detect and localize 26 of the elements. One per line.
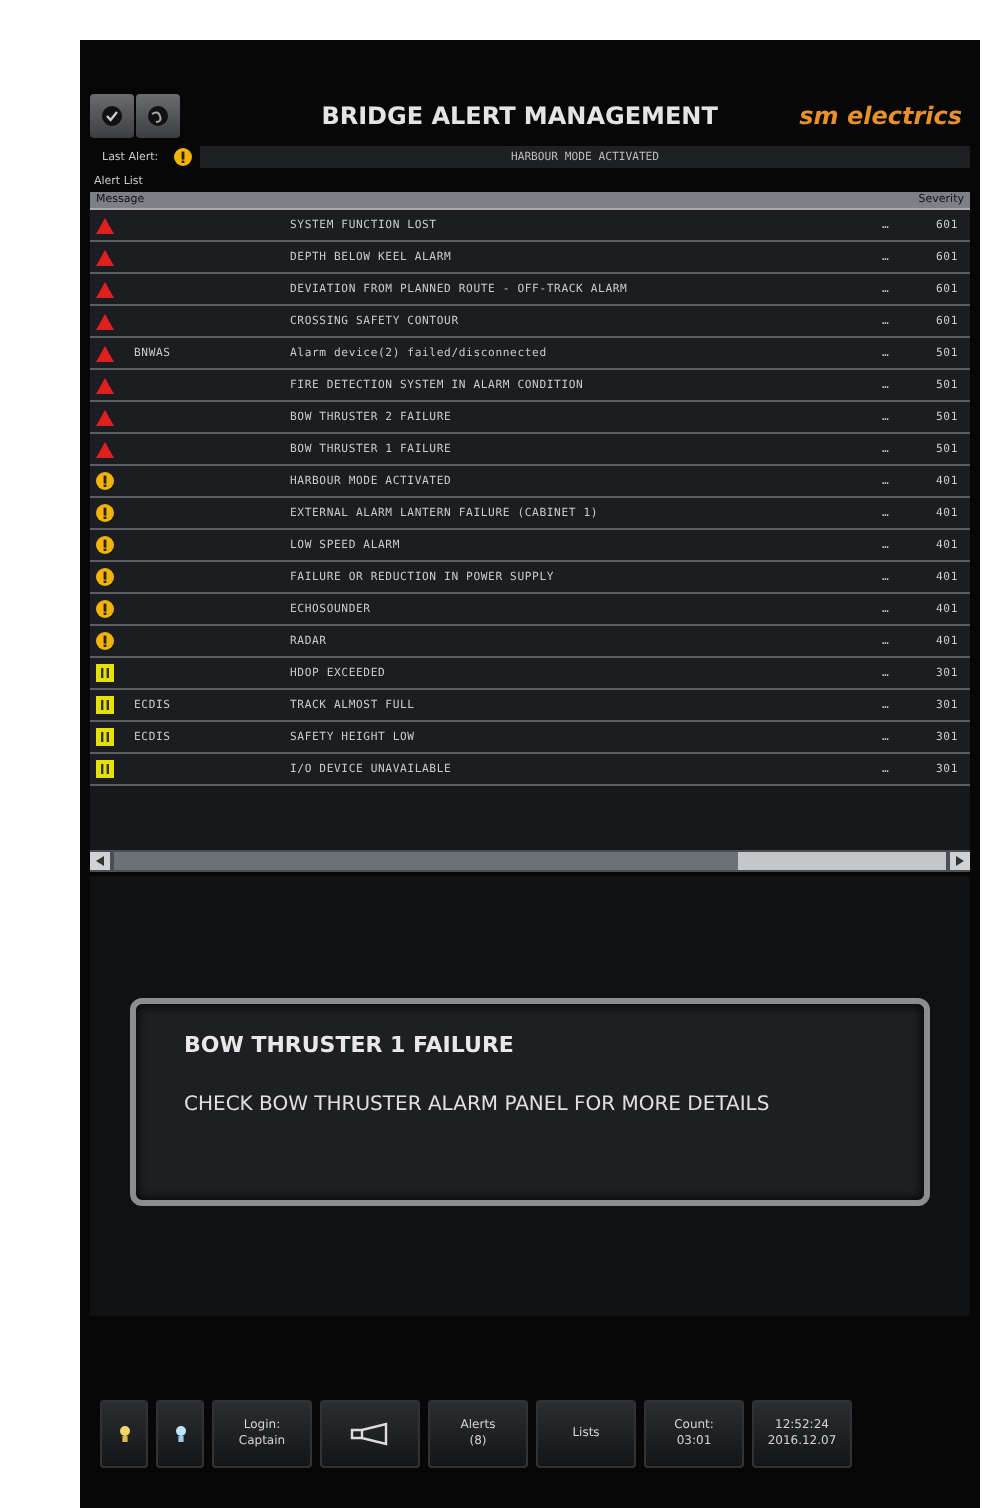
horn-icon <box>350 1422 390 1446</box>
check-icon <box>102 106 122 126</box>
brand-logo: sm electrics <box>799 102 964 130</box>
right-arrow-icon <box>956 856 964 866</box>
day-mode-button[interactable] <box>100 1400 148 1468</box>
caution-square-icon <box>96 664 114 682</box>
check-button[interactable] <box>90 94 134 138</box>
warning-circle-icon <box>96 632 114 650</box>
warning-circle-icon <box>96 600 114 618</box>
left-arrow-icon <box>96 856 104 866</box>
horizontal-scrollbar[interactable] <box>90 850 970 872</box>
warning-circle-icon <box>96 472 114 490</box>
lamp-icon <box>119 1426 129 1442</box>
detail-title: BOW THRUSTER 1 FAILURE <box>184 1032 516 1058</box>
warning-circle-icon <box>96 504 114 522</box>
detail-text: CHECK BOW THRUSTER ALARM PANEL FOR MORE DETAILS <box>184 1094 772 1116</box>
caution-square-icon <box>96 728 114 746</box>
caution-square-icon <box>96 696 114 714</box>
caution-square-icon <box>96 760 114 778</box>
warning-circle-icon <box>96 568 114 586</box>
warning-circle-icon <box>174 148 192 166</box>
lamp-icon <box>175 1426 185 1442</box>
warning-circle-icon <box>96 536 114 554</box>
app-title: BRIDGE ALERT MANAGEMENT <box>319 102 720 130</box>
night-mode-button[interactable] <box>156 1400 204 1468</box>
silence-button[interactable] <box>320 1400 420 1468</box>
